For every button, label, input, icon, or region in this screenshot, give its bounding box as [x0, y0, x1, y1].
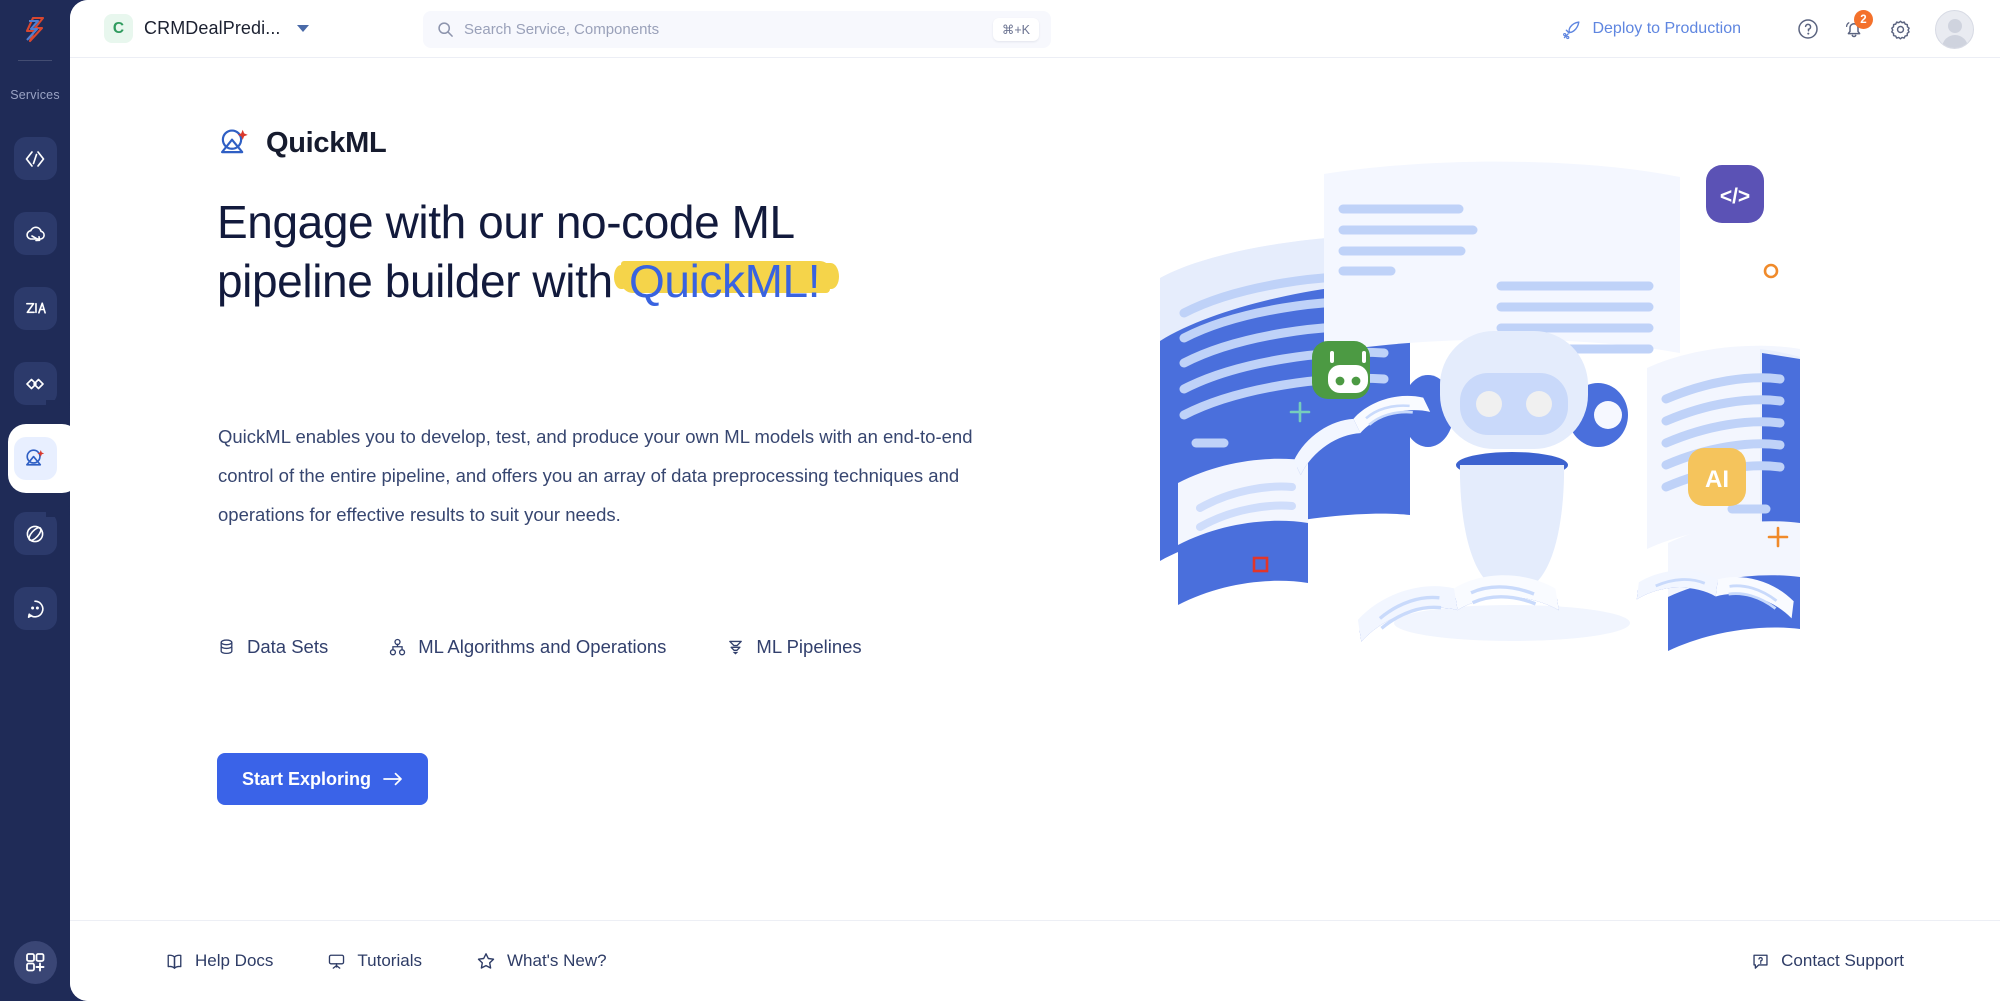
grid-plus-icon [26, 953, 45, 972]
sidebar-divider [18, 60, 52, 61]
feature-ml-pipelines[interactable]: ML Pipelines [726, 636, 862, 658]
service-name: CRMDealPredi... [144, 18, 281, 38]
quickml-satellite-icon [220, 129, 248, 154]
top-header: C CRMDealPredi... ⌘+K [70, 0, 2000, 58]
sidebar-section-label: Services [10, 88, 60, 102]
database-icon [220, 638, 233, 654]
svg-text:AI: AI [1705, 466, 1729, 493]
cloud-scale-icon [26, 226, 45, 241]
sidebar: Services [0, 0, 80, 1001]
sidebar-nav [0, 121, 80, 646]
sidebar-footer [0, 923, 70, 1001]
chat-question-icon [1753, 954, 1768, 969]
all-apps-button[interactable] [13, 940, 57, 984]
notifications-button[interactable]: 2 [1831, 6, 1877, 52]
footer-support: Contact Support [1751, 951, 1904, 971]
deploy-label: Deploy to Production [1592, 20, 1741, 37]
link-chain-icon [26, 378, 44, 389]
footer-link-label: Help Docs [195, 951, 274, 970]
notification-badge: 2 [1854, 10, 1873, 29]
presentation-icon [329, 954, 345, 969]
zoho-catalyst-logo-icon [25, 16, 45, 43]
search-icon [437, 21, 454, 38]
illustration-svg: </> AI [1160, 161, 1800, 651]
book-icon [167, 954, 182, 969]
feature-label: ML Algorithms and Operations [418, 636, 667, 657]
orbit-icon [26, 525, 44, 542]
quickml-brand: QuickML [217, 125, 387, 161]
ai-badge: AI [1688, 448, 1746, 506]
cta-label: Start Exploring [242, 768, 372, 789]
code-badge: </> [1706, 165, 1764, 223]
chat-bot-icon [27, 599, 44, 618]
quickml-satellite-icon [25, 449, 44, 466]
feature-ml-algorithms[interactable]: ML Algorithms and Operations [388, 636, 666, 658]
sidebar-item-cloud-scale[interactable] [0, 196, 70, 271]
user-avatar[interactable] [1935, 9, 1974, 49]
arrow-right-icon [383, 772, 402, 786]
contact-support-link[interactable]: Contact Support [1751, 951, 1904, 971]
app-shell: C CRMDealPredi... ⌘+K [70, 0, 2000, 1001]
search-bar[interactable]: ⌘+K [423, 11, 1051, 48]
feature-label: Data Sets [247, 636, 329, 657]
sidebar-item-code[interactable] [0, 121, 70, 196]
brand-name: QuickML [266, 126, 387, 159]
footer-help-docs[interactable]: Help Docs [165, 951, 273, 971]
algorithm-nodes-icon [390, 638, 406, 655]
service-avatar: C [104, 14, 133, 43]
header-actions: Deploy to Production 2 [1562, 0, 1974, 58]
footer-whats-new[interactable]: What's New? [476, 951, 607, 971]
deploy-to-production-button[interactable]: Deploy to Production [1562, 19, 1741, 40]
svg-text:</>: </> [1720, 185, 1750, 208]
feature-links: Data Sets ML Algorithms and Operations M… [217, 636, 862, 658]
bot-badge [1312, 341, 1370, 399]
footer-tutorials[interactable]: Tutorials [327, 951, 422, 971]
page-description: QuickML enables you to develop, test, an… [218, 426, 973, 525]
footer-links: Help Docs Tutorials What's New? [165, 951, 607, 971]
gear-icon [1890, 20, 1910, 40]
headline-line-1: Engage with our no-code ML [217, 196, 795, 248]
service-selector[interactable]: C CRMDealPredi... [104, 14, 309, 43]
zia-icon [25, 302, 46, 314]
sidebar-item-bot[interactable] [0, 571, 70, 646]
help-circle-icon [1798, 19, 1818, 39]
search-input[interactable] [464, 21, 993, 38]
feature-data-sets[interactable]: Data Sets [217, 636, 328, 658]
support-label: Contact Support [1781, 951, 1904, 970]
sidebar-item-quickml[interactable] [0, 400, 80, 517]
pipeline-funnel-icon [729, 640, 743, 655]
headline-highlight: QuickML! [614, 252, 840, 311]
start-exploring-button[interactable]: Start Exploring [217, 753, 429, 805]
sidebar-item-zia[interactable] [0, 271, 70, 346]
chevron-down-icon [296, 25, 309, 32]
code-brackets-icon [25, 150, 45, 167]
search-shortcut-badge: ⌘+K [992, 18, 1039, 41]
main-content: QuickML Engage with our no-code ML pipel… [70, 58, 2000, 920]
star-icon [477, 953, 495, 969]
settings-button[interactable] [1877, 6, 1923, 52]
footer: Help Docs Tutorials What's New? Contact … [70, 920, 2000, 1001]
ml-robot-documents-illustration: </> AI [1160, 153, 1860, 713]
headline-line-2-prefix: pipeline builder with [217, 254, 626, 307]
rocket-icon [1563, 20, 1580, 39]
page-title: Engage with our no-code ML pipeline buil… [217, 193, 1007, 311]
help-button[interactable] [1785, 6, 1831, 52]
footer-link-label: What's New? [506, 951, 607, 970]
carve-top [46, 400, 70, 424]
feature-label: ML Pipelines [756, 636, 862, 657]
app-logo[interactable] [0, 0, 70, 58]
footer-link-label: Tutorials [357, 951, 422, 970]
